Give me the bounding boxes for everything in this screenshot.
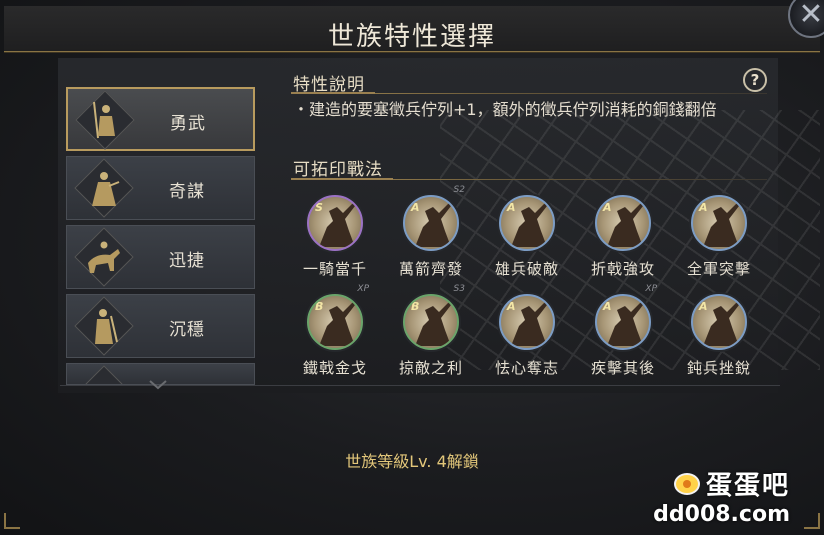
tactic-icon: S [307,195,363,251]
tactic-name: 萬箭齊發 [398,260,463,278]
tactic-name: 怯心奪志 [494,359,559,377]
trait-item-steady[interactable]: 沉穩 [66,294,255,358]
spearman-icon [80,95,130,145]
divider [393,179,767,180]
divider [375,93,767,94]
tactic-name: 雄兵破敵 [494,260,559,278]
help-icon[interactable]: ? [743,68,767,92]
tactic-name: 鈍兵挫銳 [686,359,751,377]
watermark: 蛋蛋吧 dd008.com [653,465,790,527]
tactic-tag: S3 [453,284,465,294]
tactic-item[interactable]: A 鈍兵挫銳 [679,294,759,378]
tactic-name: 掠敵之利 [398,359,463,377]
tactic-name: 一騎當千 [302,260,367,278]
trait-item-swift[interactable]: 迅捷 [66,225,255,289]
tactic-grade: B [411,300,420,313]
trait-label: 勇武 [170,114,206,134]
tactic-icon: A [499,294,555,350]
cavalry-icon [79,232,129,282]
tactic-grade: A [699,201,708,214]
tactic-grade: A [411,201,420,214]
tactics-heading: 可拓印戰法 [293,160,383,180]
tactic-grade: A [699,300,708,313]
heading-underline [291,178,393,180]
figure-icon [79,370,129,384]
tactic-grade: A [507,300,516,313]
corner-ornament [4,513,20,529]
tactic-item[interactable]: A 雄兵破敵 [487,195,567,279]
tactic-item[interactable]: A S2 萬箭齊發 [391,185,471,279]
tactic-item[interactable]: A 怯心奪志 [487,294,567,378]
watermark-url: dd008.com [653,502,790,527]
tactic-grade: A [507,201,516,214]
strategist-icon [79,163,129,213]
corner-ornament [804,513,820,529]
tactic-tag: XP [357,284,369,294]
trait-list[interactable]: 勇武 奇謀 迅捷 沉穩 [66,87,256,390]
tactic-icon: A [403,195,459,251]
chevron-down-icon[interactable] [148,380,168,390]
trait-description: ・建造的要塞徵兵佇列+1，額外的徵兵佇列消耗的銅錢翻倍 [293,100,717,119]
tactic-tag: S2 [453,185,465,195]
tactic-item[interactable]: A XP 疾擊其後 [583,284,663,378]
tactic-item[interactable]: S 一騎當千 [295,195,375,279]
tactic-item[interactable]: A 折戟強攻 [583,195,663,279]
tactic-name: 全軍突擊 [686,260,751,278]
page-title: 世族特性選擇 [327,22,496,52]
tactic-icon: A [691,195,747,251]
tactic-tag: XP [645,284,657,294]
tactic-grade: S [315,201,323,214]
general-icon [79,301,129,351]
trait-label: 奇謀 [169,182,205,202]
tactic-item[interactable]: B S3 掠敵之利 [391,284,471,378]
tactic-icon: B [403,294,459,350]
trait-item-strategy[interactable]: 奇謀 [66,156,255,220]
title-bar: 世族特性選擇 [4,6,820,52]
trait-label: 迅捷 [169,251,205,271]
tactic-icon: A [595,195,651,251]
tactic-item[interactable]: B XP 鐵戟金戈 [295,284,375,378]
trait-label: 沉穩 [169,320,205,340]
tactic-icon: A [499,195,555,251]
tactic-name: 鐵戟金戈 [302,359,367,377]
trait-item-brave[interactable]: 勇武 [66,87,255,151]
tactic-grade: B [315,300,324,313]
tactic-name: 疾擊其後 [590,359,655,377]
tactic-grade: A [603,300,612,313]
watermark-name: 蛋蛋吧 [705,471,790,501]
heading-underline [291,92,375,94]
tactic-icon: A [691,294,747,350]
tactic-name: 折戟強攻 [590,260,655,278]
tactic-icon: B [307,294,363,350]
tactic-item[interactable]: A 全軍突擊 [679,195,759,279]
egg-logo-icon [673,472,700,495]
divider [60,385,780,386]
tactic-grade: A [603,201,612,214]
tactic-icon: A [595,294,651,350]
dialog-frame: 世族特性選擇 ✕ 勇武 奇謀 迅捷 沉穩 特性說明 ? ・建造的要塞徵兵佇列+1… [0,0,824,535]
close-icon: ✕ [798,0,824,32]
